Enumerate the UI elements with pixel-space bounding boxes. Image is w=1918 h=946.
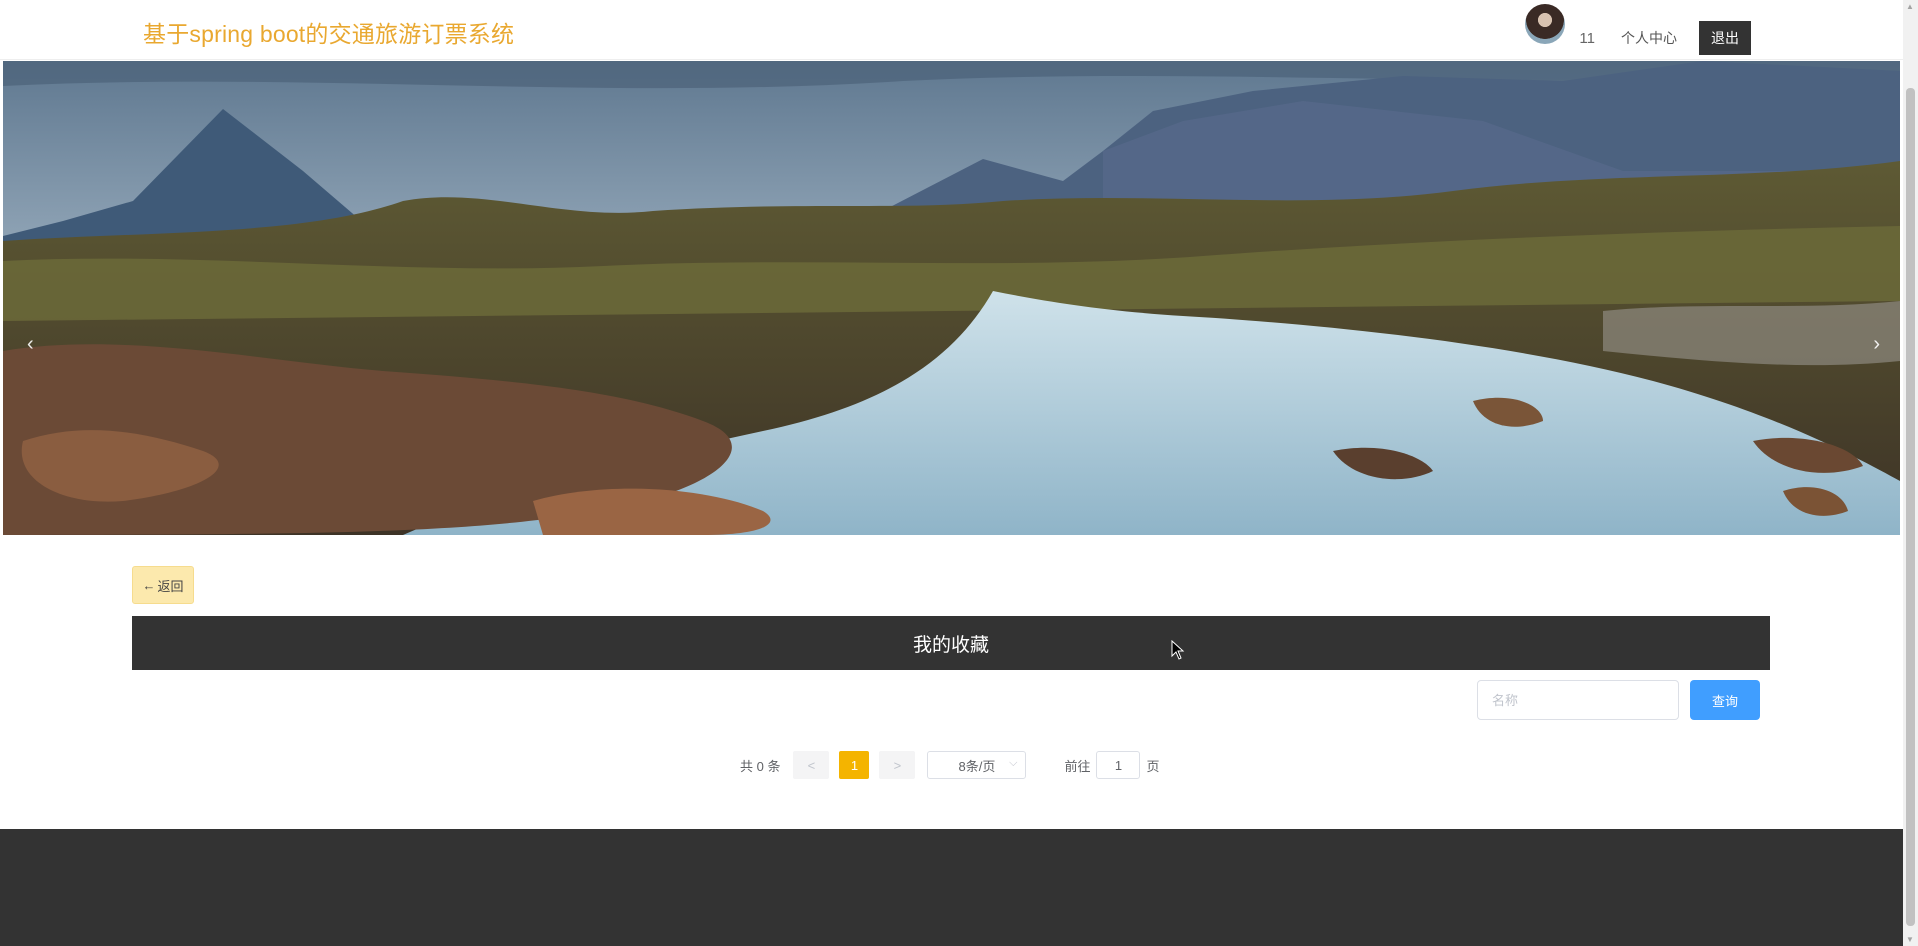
back-button-label: 返回 — [157, 578, 184, 594]
search-button[interactable]: 查询 — [1690, 680, 1760, 720]
avatar[interactable] — [1525, 4, 1566, 44]
logout-button[interactable]: 退出 — [1699, 21, 1751, 55]
page-size-value: 8条/页 — [958, 758, 996, 774]
pagination-goto: 前往 页 — [1064, 751, 1160, 779]
arrow-left-icon: ← — [142, 577, 156, 593]
scroll-up-icon[interactable]: ▲ — [1906, 2, 1914, 11]
site-title[interactable]: 基于spring boot的交通旅游订票系统 — [143, 15, 514, 49]
scroll-down-icon[interactable]: ▼ — [1906, 935, 1914, 944]
name-search-input[interactable] — [1477, 680, 1679, 720]
goto-prefix: 前往 — [1064, 758, 1091, 774]
page: 基于spring boot的交通旅游订票系统 11 个人中心 退出 ‹ › ← … — [0, 0, 1918, 946]
footer — [0, 829, 1903, 946]
username: 11 — [1579, 29, 1595, 47]
pagination-total: 共 0 条 — [740, 758, 781, 774]
user-area: 11 个人中心 退出 — [1525, 4, 1751, 56]
goto-suffix: 页 — [1146, 758, 1160, 774]
banner-carousel: ‹ › — [3, 61, 1900, 535]
carousel-prev-icon[interactable]: ‹ — [27, 333, 34, 356]
pagination-page-1[interactable]: 1 — [839, 751, 870, 779]
top-header: 基于spring boot的交通旅游订票系统 11 个人中心 退出 — [0, 0, 1903, 60]
scrollbar-thumb[interactable] — [1906, 88, 1915, 926]
page-scrollbar[interactable]: ▲ ▼ — [1903, 0, 1918, 946]
back-button[interactable]: ← 返回 — [132, 566, 194, 604]
page-size-select[interactable]: 8条/页 ⌵ — [927, 751, 1027, 779]
profile-center-link[interactable]: 个人中心 — [1621, 28, 1677, 48]
chevron-down-icon: ⌵ — [1009, 757, 1018, 769]
carousel-next-icon[interactable]: › — [1873, 333, 1880, 356]
section-title: 我的收藏 — [912, 634, 989, 656]
pagination: 共 0 条 < 1 > 8条/页 ⌵ 前往 页 — [740, 751, 1160, 779]
section-title-bar: 我的收藏 — [132, 616, 1770, 670]
mouse-cursor-icon — [1171, 640, 1185, 660]
banner-image — [3, 61, 1900, 535]
goto-page-input[interactable] — [1096, 751, 1141, 779]
pagination-prev-button[interactable]: < — [793, 751, 830, 779]
pagination-next-button[interactable]: > — [879, 751, 916, 779]
